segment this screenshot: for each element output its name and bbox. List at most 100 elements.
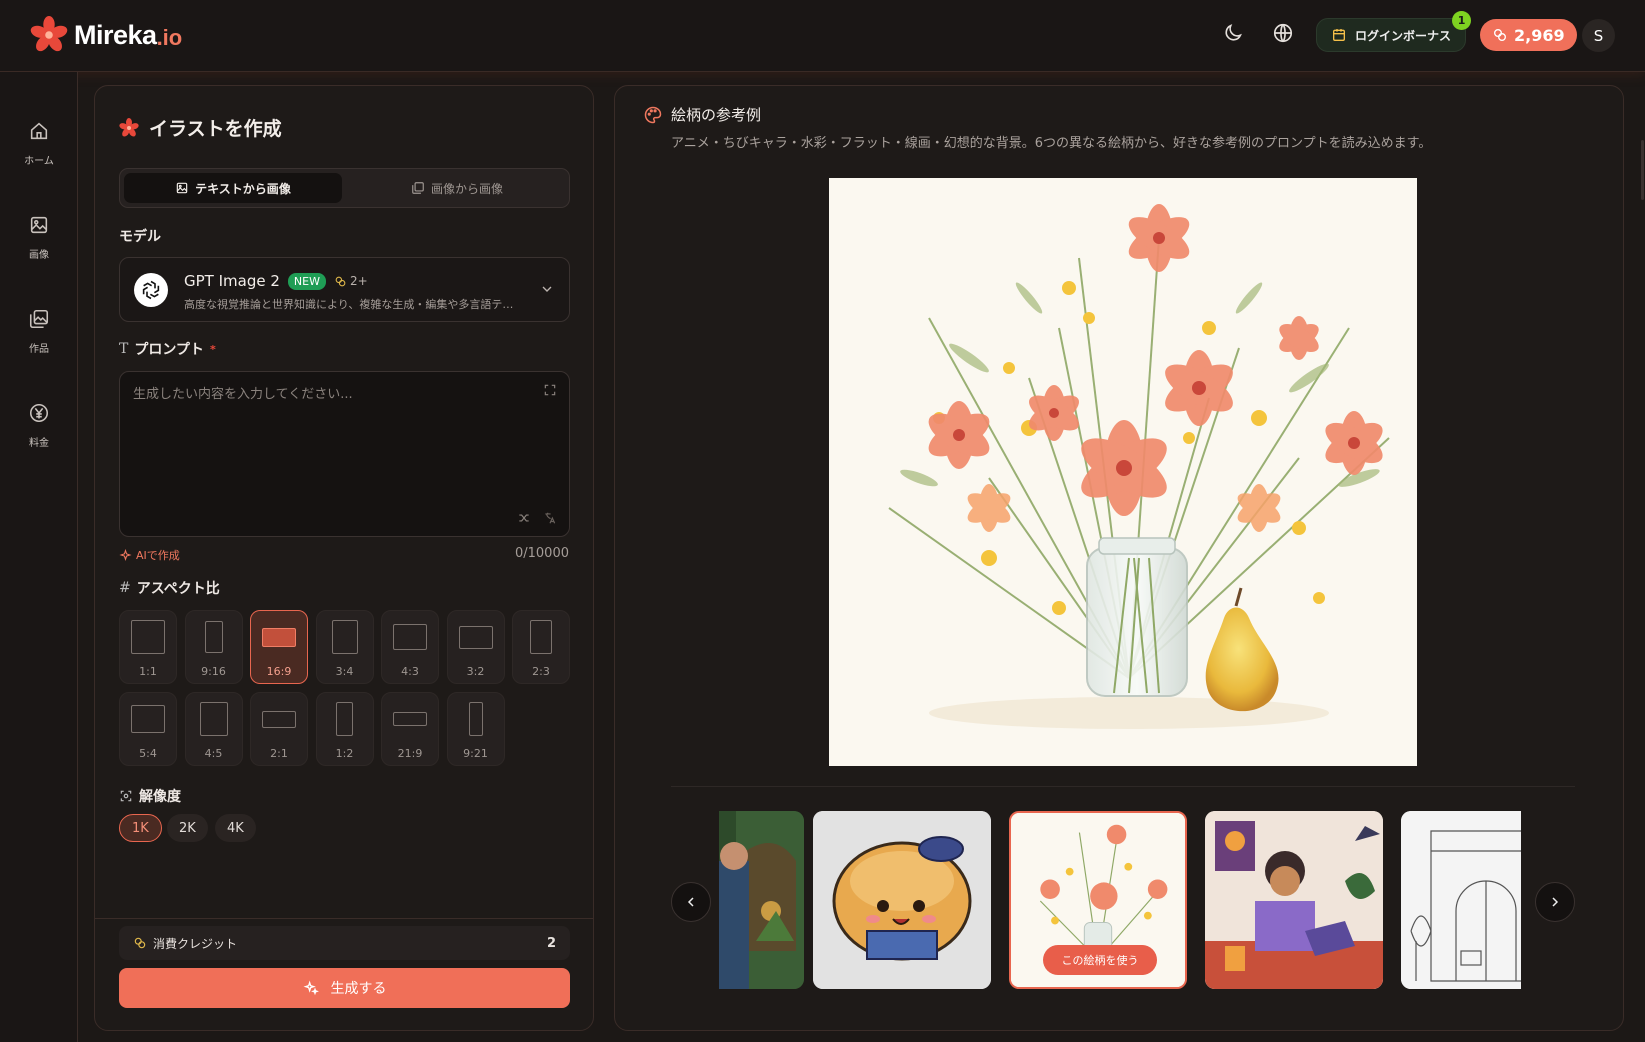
divider xyxy=(671,786,1575,787)
prompt-label: プロンプト xyxy=(134,342,204,358)
tab-text-to-image[interactable]: テキストから画像 xyxy=(124,173,342,203)
sidebar: ホーム 画像 作品 料金 xyxy=(0,72,78,1042)
scrollbar[interactable] xyxy=(1641,140,1644,200)
coins-icon xyxy=(335,276,346,286)
aspect-ratio-shape-wrap xyxy=(317,611,373,663)
aspect-ratio-option[interactable]: 1:2 xyxy=(315,692,374,766)
brand-logo[interactable]: Mireka .io xyxy=(30,16,182,54)
aspect-label: アスペクト比 xyxy=(136,581,220,597)
login-bonus-badge: 1 xyxy=(1452,11,1472,30)
next-button[interactable] xyxy=(1535,882,1575,922)
credits-button[interactable]: 2,969 xyxy=(1480,19,1577,51)
resolution-label-row: 解像度 xyxy=(119,786,181,806)
shuffle-icon[interactable] xyxy=(517,511,531,525)
aspect-ratio-label: 4:3 xyxy=(401,665,419,678)
globe-icon xyxy=(1273,23,1293,43)
aspect-ratio-shape-wrap xyxy=(448,693,504,745)
style-thumbnail-active[interactable]: この絵柄を使う xyxy=(1009,811,1187,989)
sidebar-item-label: ホーム xyxy=(24,156,54,167)
aspect-ratio-option[interactable]: 9:21 xyxy=(446,692,505,766)
sidebar-item-label: 作品 xyxy=(29,344,49,355)
use-style-button[interactable]: この絵柄を使う xyxy=(1043,945,1157,975)
aspect-ratio-label: 4:5 xyxy=(204,747,223,760)
language-button[interactable] xyxy=(1272,22,1298,48)
translate-icon[interactable] xyxy=(543,511,557,525)
aspect-ratio-option[interactable]: 3:4 xyxy=(315,610,374,684)
palette-icon xyxy=(644,106,662,123)
aspect-ratio-option[interactable]: 16:9 xyxy=(250,610,308,684)
generate-button[interactable]: 生成する xyxy=(119,968,570,1008)
resolution-2k[interactable]: 2K xyxy=(167,814,208,842)
gallery-icon xyxy=(29,309,49,329)
aspect-ratio-shape-wrap xyxy=(251,693,307,745)
calendar-icon xyxy=(1333,29,1345,41)
aspect-ratio-option[interactable]: 4:5 xyxy=(184,692,243,766)
tab-label: テキストから画像 xyxy=(195,181,291,196)
style-thumbnail[interactable] xyxy=(1205,811,1383,989)
sidebar-item-label: 料金 xyxy=(29,438,49,449)
watercolor-bouquet-illustration xyxy=(888,204,1390,729)
aspect-ratio-option[interactable]: 2:1 xyxy=(250,692,308,766)
prompt-textarea[interactable]: 生成したい内容を入力してください... xyxy=(119,371,570,537)
sidebar-item-works[interactable]: 作品 xyxy=(0,308,78,355)
dark-mode-toggle[interactable] xyxy=(1222,22,1248,48)
examples-title: 絵柄の参考例 xyxy=(671,106,762,124)
aspect-ratio-option[interactable]: 3:2 xyxy=(446,610,505,684)
aspect-ratio-option[interactable]: 9:16 xyxy=(184,610,243,684)
chevron-left-icon xyxy=(687,897,694,907)
image-icon xyxy=(30,216,48,234)
images-icon xyxy=(412,182,424,194)
hash-icon: # xyxy=(119,580,131,596)
new-badge: NEW xyxy=(287,272,326,290)
create-panel: イラストを作成 テキストから画像 画像から画像 モデル GPT Image 2 … xyxy=(94,85,594,1031)
aspect-ratio-option[interactable]: 2:3 xyxy=(512,610,570,684)
aspect-ratio-shape-wrap xyxy=(382,693,438,745)
panel-title-text: イラストを作成 xyxy=(149,118,282,140)
sidebar-item-images[interactable]: 画像 xyxy=(0,214,78,261)
examples-subtitle: アニメ・ちびキャラ・水彩・フラット・線画・幻想的な背景。6つの異なる絵柄から、好… xyxy=(671,136,1432,151)
aspect-ratio-shape xyxy=(393,712,427,726)
style-thumbnail[interactable] xyxy=(1401,811,1521,989)
cost-label-group: 消費クレジット xyxy=(133,935,237,952)
expand-icon[interactable] xyxy=(543,383,557,397)
aspect-ratio-option[interactable]: 21:9 xyxy=(381,692,439,766)
aspect-ratio-shape xyxy=(131,705,165,733)
resolution-4k[interactable]: 4K xyxy=(215,814,256,842)
resolution-1k[interactable]: 1K xyxy=(119,814,162,842)
prompt-placeholder: 生成したい内容を入力してください... xyxy=(133,387,353,402)
examples-title-row: 絵柄の参考例 xyxy=(643,104,761,125)
login-bonus-button[interactable]: ログインボーナス 1 xyxy=(1316,11,1472,52)
credit-cost-row: 消費クレジット 2 xyxy=(119,926,570,960)
aspect-ratio-shape-wrap xyxy=(382,611,438,663)
aspect-ratio-shape-wrap xyxy=(513,611,569,663)
prompt-label-row: T プロンプト * xyxy=(119,339,216,359)
style-thumbnail[interactable] xyxy=(719,811,804,989)
aspect-ratio-option[interactable]: 1:1 xyxy=(119,610,177,684)
text-icon: T xyxy=(119,341,129,357)
aspect-ratio-option[interactable]: 4:3 xyxy=(381,610,439,684)
aspect-ratio-shape xyxy=(393,624,427,650)
style-thumbnail[interactable] xyxy=(813,811,991,989)
brand-name: Mireka xyxy=(74,19,157,50)
moon-icon xyxy=(1225,24,1242,41)
flower-icon xyxy=(119,117,139,136)
aspect-ratio-shape xyxy=(204,621,223,653)
style-examples-panel: 絵柄の参考例 アニメ・ちびキャラ・水彩・フラット・線画・幻想的な背景。6つの異な… xyxy=(614,85,1624,1031)
aspect-ratio-shape xyxy=(131,620,165,654)
ai-create-link[interactable]: AIで作成 xyxy=(119,547,180,563)
sidebar-item-pricing[interactable]: 料金 xyxy=(0,402,78,449)
aspect-ratio-label: 9:16 xyxy=(201,665,226,678)
chibi-bread-thumbnail xyxy=(813,811,991,989)
aspect-ratio-shape-wrap xyxy=(120,611,176,663)
sidebar-item-home[interactable]: ホーム xyxy=(0,120,78,167)
aspect-ratio-shape xyxy=(468,702,483,736)
aspect-ratio-option[interactable]: 5:4 xyxy=(119,692,177,766)
model-selector[interactable]: GPT Image 2 NEW 2+ 高度な視覚推論と世界知識により、複雑な生成… xyxy=(119,257,570,322)
brand-tld: .io xyxy=(156,24,183,50)
prev-button[interactable] xyxy=(671,882,711,922)
user-avatar[interactable]: S xyxy=(1582,19,1615,52)
aspect-ratio-shape xyxy=(530,620,552,654)
credits-value: 2,969 xyxy=(1514,25,1565,45)
tab-image-to-image[interactable]: 画像から画像 xyxy=(348,173,566,203)
example-preview-image xyxy=(829,178,1417,766)
